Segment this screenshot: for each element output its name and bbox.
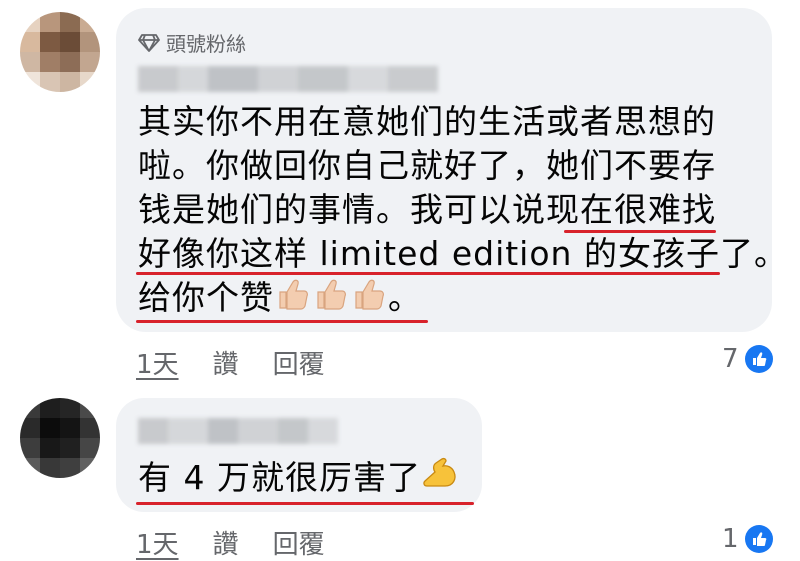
flexed-biceps-icon	[421, 456, 461, 503]
annotation-underline	[136, 502, 474, 505]
comment-line: 其实你不用在意她们的生活或者思想的	[138, 102, 716, 141]
comment-body: 其实你不用在意她们的生活或者思想的 啦。你做回你自己就好了，她们不要存 钱是她们…	[138, 100, 788, 323]
badge-label: 頭號粉絲	[166, 32, 246, 56]
comment-line-with-emoji: 给你个赞 。	[138, 276, 788, 323]
comment-line: 钱是她们的事情。我可以说现在很难找	[138, 190, 716, 229]
comment-line-text: 给你个赞	[138, 278, 274, 317]
annotation-underline	[136, 272, 720, 275]
annotation-underline	[136, 320, 428, 323]
reaction-count: 1	[722, 524, 739, 554]
comment-line: 好像你这样 limited edition 的女孩子了。	[138, 234, 788, 273]
like-reaction-icon	[744, 345, 773, 373]
like-button[interactable]: 讚	[213, 344, 239, 381]
avatar[interactable]	[20, 398, 100, 478]
comment-body: 有 4 万就很厉害了	[138, 456, 461, 503]
comment-bubble: 頭號粉絲 其实你不用在意她们的生活或者思想的 啦。你做回你自己就好了，她们不要存…	[116, 8, 787, 332]
thumbs-up-icon	[274, 276, 388, 323]
timestamp-link[interactable]: 1天	[136, 524, 179, 561]
commenter-name[interactable]	[138, 418, 338, 444]
comment-line-with-emoji: 有 4 万就很厉害了	[138, 456, 461, 503]
reaction-summary[interactable]: 7	[722, 344, 773, 374]
comment-end-punctuation: 。	[388, 278, 422, 317]
comment-bubble: 有 4 万就很厉害了	[116, 398, 482, 512]
reaction-summary[interactable]: 1	[722, 524, 773, 554]
timestamp-link[interactable]: 1天	[136, 344, 179, 381]
reaction-count: 7	[722, 344, 739, 374]
like-reaction-icon	[744, 525, 773, 553]
avatar[interactable]	[20, 12, 100, 92]
top-fan-badge: 頭號粉絲	[138, 28, 246, 57]
diamond-icon	[138, 33, 160, 52]
reply-button[interactable]: 回覆	[273, 524, 325, 561]
reply-button[interactable]: 回覆	[273, 344, 325, 381]
comment-thread: 頭號粉絲 其实你不用在意她们的生活或者思想的 啦。你做回你自己就好了，她们不要存…	[0, 0, 800, 561]
comment-line: 啦。你做回你自己就好了，她们不要存	[138, 146, 716, 185]
comment-actions: 1天 讚 回覆	[136, 344, 359, 381]
annotation-underline	[564, 230, 716, 233]
commenter-name[interactable]	[138, 66, 438, 92]
like-button[interactable]: 讚	[213, 524, 239, 561]
comment-actions: 1天 讚 回覆	[136, 524, 359, 561]
comment-line: 有 4 万就很厉害了	[138, 458, 421, 497]
